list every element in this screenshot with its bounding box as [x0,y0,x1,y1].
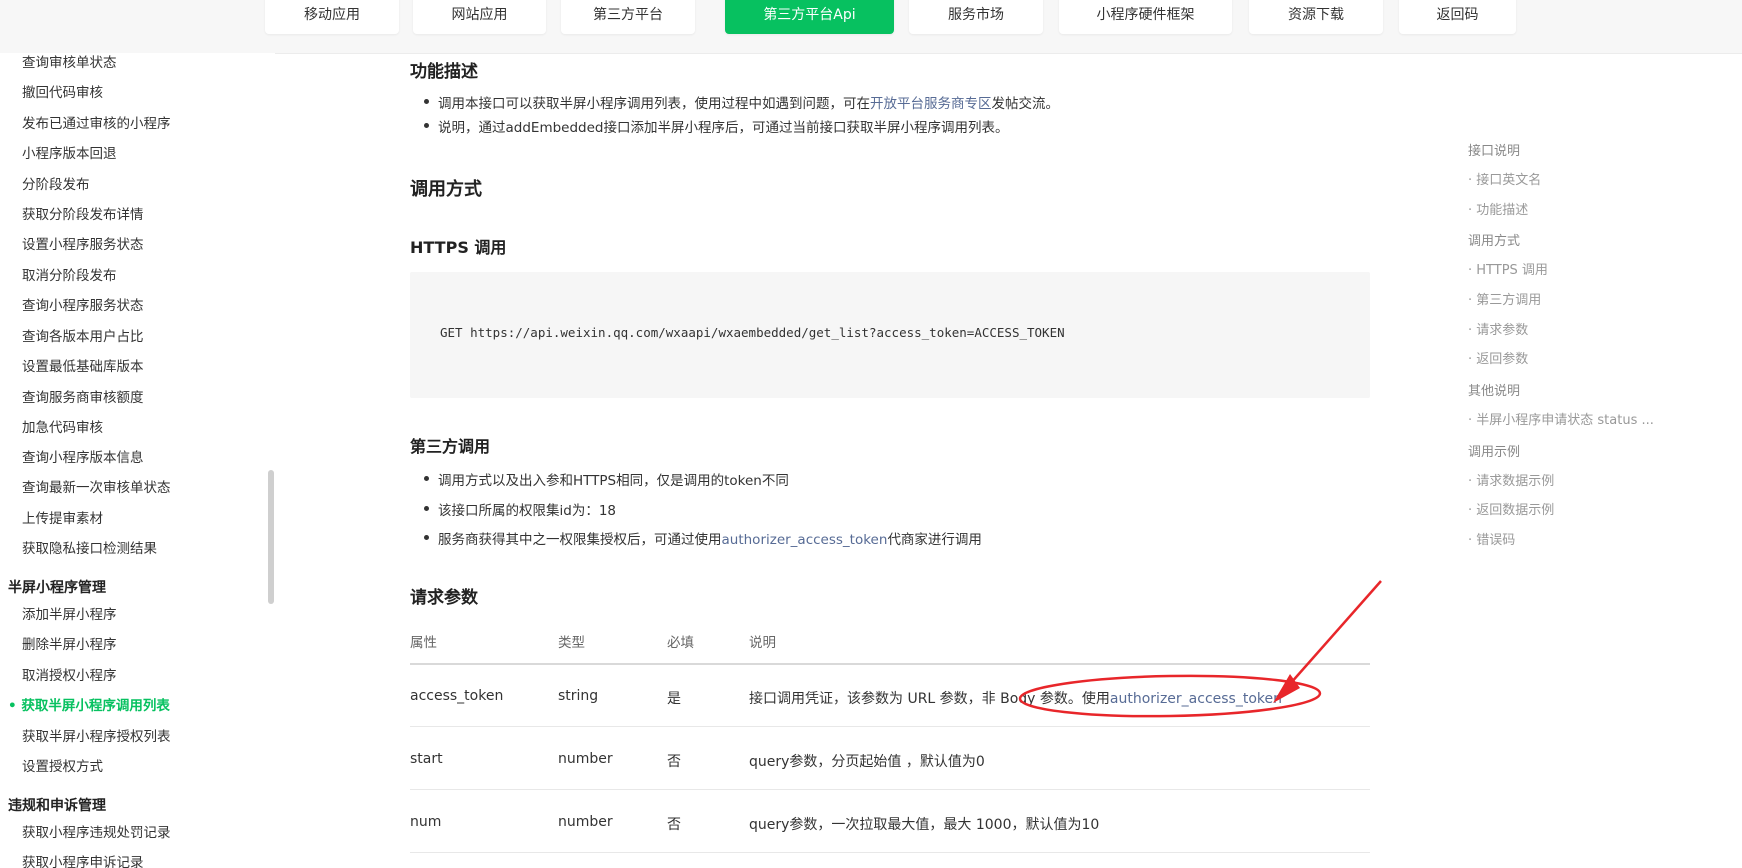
section-params-title: 请求参数 [410,588,478,608]
sidebar-item[interactable]: 加急代码审核 [22,418,103,438]
sidebar-item[interactable]: 发布已通过审核的小程序 [22,114,171,134]
section-call-method-title: 调用方式 [410,179,482,200]
table-cell-name: start [410,751,443,767]
section-third-party-title: 第三方调用 [410,437,491,456]
sidebar-item[interactable]: 设置授权方式 [22,757,103,777]
sidebar-item[interactable]: 查询小程序版本信息 [22,448,144,468]
section-func-desc-title: 功能描述 [410,62,478,82]
sidebar-item-active[interactable]: 获取半屏小程序调用列表 [8,696,170,716]
tab-resource-download[interactable]: 资源下载 [1249,0,1383,34]
table-cell-desc: 接口调用凭证，该参数为 URL 参数，非 Body 参数。使用authorize… [749,688,1282,708]
toc-entry[interactable]: 其他说明 [1468,380,1520,399]
third-bullet-3: 服务商获得其中之一权限集授权后，可通过使用authorizer_access_t… [424,528,982,548]
sidebar-item[interactable]: 设置小程序服务状态 [22,235,144,255]
sidebar-group-violation[interactable]: 违规和申诉管理 [8,796,106,816]
sidebar-item[interactable]: 取消分阶段发布 [22,266,117,286]
third-3-tail: 代商家进行调用 [887,532,982,548]
toc-entry[interactable]: 返回参数 [1468,348,1528,367]
table-cell-required: 否 [667,754,681,770]
table-row-divider [410,789,1370,790]
https-code-block: GET https://api.weixin.qq.com/wxaapi/wxa… [410,272,1370,398]
toc-entry[interactable]: 功能描述 [1468,199,1528,218]
section-https-title: HTTPS 调用 [410,238,507,257]
toc-entry[interactable]: 接口说明 [1468,140,1520,159]
sidebar: 查询审核单状态 撤回代码审核 发布已通过审核的小程序 小程序版本回退 分阶段发布… [0,53,275,868]
sidebar-item[interactable]: 设置最低基础库版本 [22,357,144,377]
sidebar-item[interactable]: 查询小程序服务状态 [22,296,144,316]
sidebar-item[interactable]: 获取隐私接口检测结果 [22,539,157,559]
sidebar-item[interactable]: 查询服务商审核额度 [22,388,144,408]
toc-entry[interactable]: 返回数据示例 [1468,499,1554,518]
sidebar-group-embedded[interactable]: 半屏小程序管理 [8,578,106,598]
table-cell-desc: query参数，分页起始值 ，默认值为0 [749,754,985,770]
table-row-divider [410,726,1370,727]
table-header-type: 类型 [558,635,585,651]
table-row-divider [410,852,1370,853]
tab-website-app[interactable]: 网站应用 [413,0,546,34]
table-header-desc: 说明 [749,635,776,651]
table-cell-type: number [558,751,613,767]
func-desc-bullet-1: 调用本接口可以获取半屏小程序调用列表，使用过程中如遇到问题，可在开放平台服务商专… [424,92,1060,112]
sidebar-item[interactable]: 获取小程序申诉记录 [22,853,144,868]
sidebar-item[interactable]: 获取小程序违规处罚记录 [22,823,171,843]
toc-entry[interactable]: 调用方式 [1468,230,1520,249]
sidebar-item[interactable]: 上传提审素材 [22,509,103,529]
table-header-required: 必填 [667,635,694,651]
sidebar-item[interactable]: 获取分阶段发布详情 [22,205,144,225]
table-header-name: 属性 [410,635,437,651]
service-forum-link[interactable]: 开放平台服务商专区 [870,96,992,112]
tab-third-party-platform[interactable]: 第三方平台 [561,0,695,34]
annotation-arrow-line [1289,580,1382,685]
top-navigation: 移动应用 网站应用 第三方平台 第三方平台Api 服务市场 小程序硬件框架 资源… [0,0,1742,54]
func-desc-1-text: 调用本接口可以获取半屏小程序调用列表，使用过程中如遇到问题，可在 [438,96,870,112]
third-bullet-1: 调用方式以及出入参和HTTPS相同，仅是调用的token不同 [424,469,789,489]
sidebar-item[interactable]: 撤回代码审核 [22,83,103,103]
table-cell-name: num [410,814,442,830]
table-cell-required: 是 [667,691,681,707]
sidebar-item[interactable]: 查询各版本用户占比 [22,327,144,347]
sidebar-item[interactable]: 获取半屏小程序授权列表 [22,727,171,747]
table-cell-name: access_token [410,688,504,704]
toc-entry[interactable]: 错误码 [1468,529,1515,548]
third-3-text: 服务商获得其中之一权限集授权后，可通过使用 [438,532,722,548]
table-cell-desc: query参数，一次拉取最大值，最大 1000，默认值为10 [749,817,1100,833]
table-header-divider [410,663,1370,665]
sidebar-item[interactable]: 查询最新一次审核单状态 [22,478,171,498]
toc-entry[interactable]: 第三方调用 [1468,289,1541,308]
tab-service-market[interactable]: 服务市场 [909,0,1043,34]
tab-return-code[interactable]: 返回码 [1399,0,1516,34]
sidebar-scrollbar[interactable] [268,470,274,604]
sidebar-item[interactable]: 查询审核单状态 [22,53,117,73]
table-cell-type: string [558,688,599,704]
sidebar-item[interactable]: 分阶段发布 [22,175,90,195]
desc-text: 接口调用凭证，该参数为 URL 参数，非 Body 参数。使用 [749,691,1110,707]
toc-entry[interactable]: 请求数据示例 [1468,470,1554,489]
func-desc-1-tail: 发帖交流。 [991,96,1060,112]
tab-third-party-api[interactable]: 第三方平台Api [725,0,894,34]
tab-miniprogram-hardware[interactable]: 小程序硬件框架 [1059,0,1232,34]
sidebar-item[interactable]: 取消授权小程序 [22,666,117,686]
authorizer-token-link[interactable]: authorizer_access_token [722,532,888,548]
tab-mobile-app[interactable]: 移动应用 [265,0,399,34]
sidebar-item[interactable]: 添加半屏小程序 [22,605,117,625]
https-code: GET https://api.weixin.qq.com/wxaapi/wxa… [440,325,1065,340]
table-cell-type: number [558,814,613,830]
sidebar-item[interactable]: 删除半屏小程序 [22,635,117,655]
toc-entry[interactable]: 半屏小程序申请状态 status ... [1468,409,1654,428]
sidebar-item[interactable]: 小程序版本回退 [22,144,117,164]
desc-authorizer-token-link[interactable]: authorizer_access_token [1110,691,1282,707]
toc-entry[interactable]: HTTPS 调用 [1468,259,1548,278]
table-cell-required: 否 [667,817,681,833]
toc-entry[interactable]: 调用示例 [1468,441,1520,460]
func-desc-bullet-2: 说明，通过addEmbedded接口添加半屏小程序后，可通过当前接口获取半屏小程… [423,116,1008,136]
toc-entry[interactable]: 请求参数 [1468,319,1528,338]
third-bullet-2: 该接口所属的权限集id为：18 [424,499,616,519]
toc-entry[interactable]: 接口英文名 [1468,169,1541,188]
